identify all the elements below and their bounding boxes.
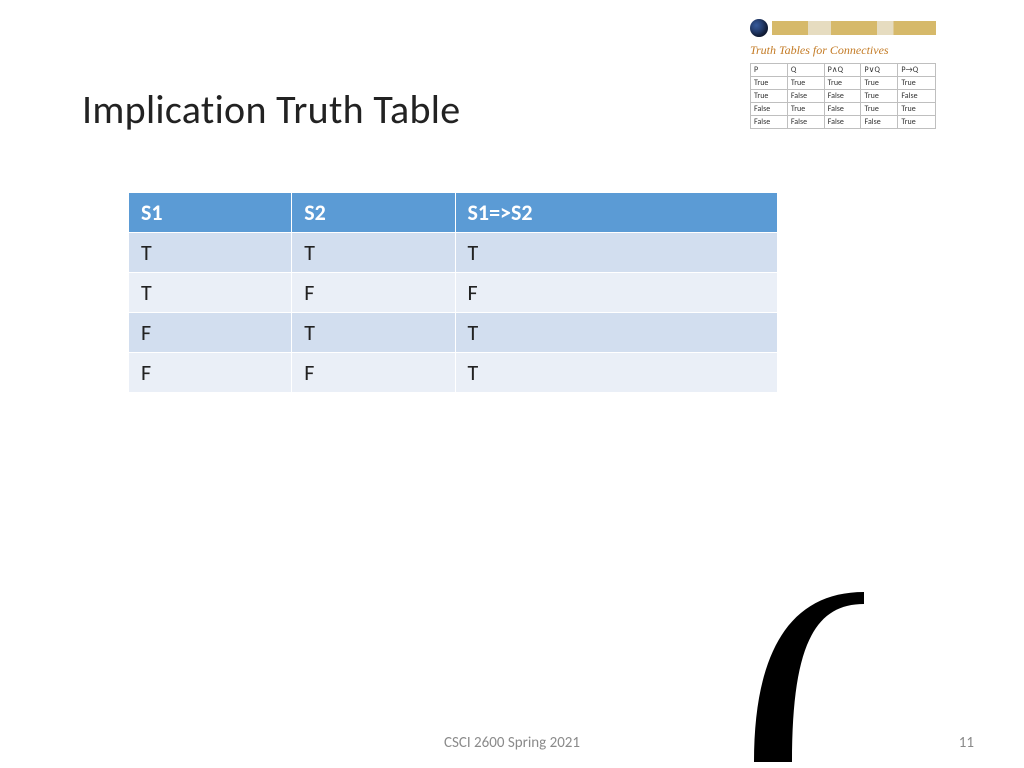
cell: F [455,273,777,313]
col-s2: S2 [292,193,455,233]
footer-course: CSCI 2600 Spring 2021 [444,734,580,752]
cell: False [861,116,898,129]
col-s1: S1 [129,193,292,233]
cell: T [129,233,292,273]
table-row: T F F [129,273,778,313]
cell: F [292,353,455,393]
connectives-table: P Q P∧Q P∨Q P→Q True True True True True… [750,63,936,129]
cell: True [861,103,898,116]
cell: T [455,233,777,273]
cell: True [751,90,788,103]
table-row: False True False True True [751,103,936,116]
cell: False [824,103,861,116]
cell: True [898,116,936,129]
table-row: T T T [129,233,778,273]
table-row: F T T [129,313,778,353]
ref-col-p: P [751,64,788,77]
cell: False [787,90,824,103]
cell: T [455,313,777,353]
cell: False [787,116,824,129]
cell: True [824,77,861,90]
ref-col-and: P∧Q [824,64,861,77]
cell: True [898,103,936,116]
slide-title: Implication Truth Table [82,85,460,134]
cell: False [824,90,861,103]
table-row: False False False False True [751,116,936,129]
implication-table: S1 S2 S1=>S2 T T T T F F F T T F F T [128,192,778,393]
cell: False [751,116,788,129]
map-bar-icon [772,21,936,35]
cell: F [292,273,455,313]
reference-header-graphic [750,19,936,37]
ref-col-imp: P→Q [898,64,936,77]
cell: True [861,77,898,90]
cell: False [751,103,788,116]
cell: F [129,353,292,393]
decorative-glyph-icon [754,592,864,762]
cell: F [129,313,292,353]
table-header-row: S1 S2 S1=>S2 [129,193,778,233]
cell: True [898,77,936,90]
cell: False [824,116,861,129]
col-impl: S1=>S2 [455,193,777,233]
ref-col-or: P∨Q [861,64,898,77]
table-row: True False False True False [751,90,936,103]
cell: T [455,353,777,393]
table-row: F F T [129,353,778,393]
globe-icon [750,19,768,37]
cell: T [292,233,455,273]
cell: True [751,77,788,90]
cell: T [129,273,292,313]
cell: False [898,90,936,103]
cell: T [292,313,455,353]
reference-title: Truth Tables for Connectives [750,43,936,58]
cell: True [861,90,898,103]
table-header-row: P Q P∧Q P∨Q P→Q [751,64,936,77]
table-row: True True True True True [751,77,936,90]
cell: True [787,103,824,116]
reference-panel: Truth Tables for Connectives P Q P∧Q P∨Q… [750,19,936,129]
ref-col-q: Q [787,64,824,77]
page-number: 11 [959,734,974,752]
cell: True [787,77,824,90]
